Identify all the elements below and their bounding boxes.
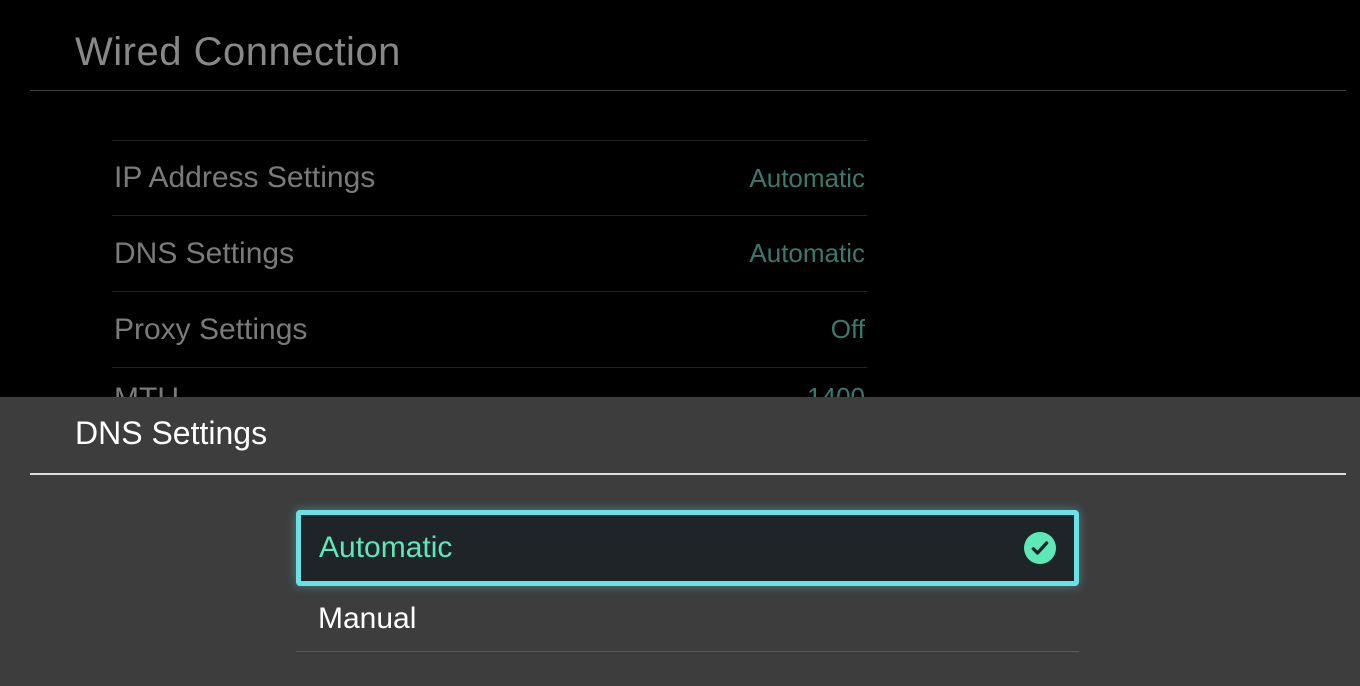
- dns-option-automatic-label: Automatic: [319, 531, 452, 565]
- mtu-value: 1400: [807, 382, 865, 398]
- dns-settings-label: DNS Settings: [114, 237, 294, 271]
- dns-settings-dialog: DNS Settings Automatic Manual: [0, 397, 1360, 686]
- mtu-label: MTU: [114, 382, 179, 398]
- page-title: Wired Connection: [75, 30, 401, 75]
- dns-settings-row[interactable]: DNS Settings Automatic: [112, 216, 867, 292]
- header-divider: [30, 90, 1346, 91]
- dns-option-automatic[interactable]: Automatic: [296, 510, 1079, 586]
- ip-address-settings-row[interactable]: IP Address Settings Automatic: [112, 140, 867, 216]
- dialog-title: DNS Settings: [75, 415, 267, 452]
- dialog-divider: [30, 473, 1346, 475]
- mtu-settings-row[interactable]: MTU 1400: [112, 368, 867, 398]
- settings-list: IP Address Settings Automatic DNS Settin…: [112, 140, 867, 368]
- proxy-settings-label: Proxy Settings: [114, 313, 307, 347]
- ip-address-settings-label: IP Address Settings: [114, 161, 375, 195]
- check-icon: [1024, 532, 1056, 564]
- dns-option-manual-label: Manual: [318, 602, 416, 636]
- dns-settings-value: Automatic: [749, 238, 865, 269]
- proxy-settings-row[interactable]: Proxy Settings Off: [112, 292, 867, 368]
- ip-address-settings-value: Automatic: [749, 163, 865, 194]
- dns-option-manual[interactable]: Manual: [296, 586, 1079, 652]
- dns-option-list: Automatic Manual: [296, 510, 1079, 652]
- proxy-settings-value: Off: [831, 314, 865, 345]
